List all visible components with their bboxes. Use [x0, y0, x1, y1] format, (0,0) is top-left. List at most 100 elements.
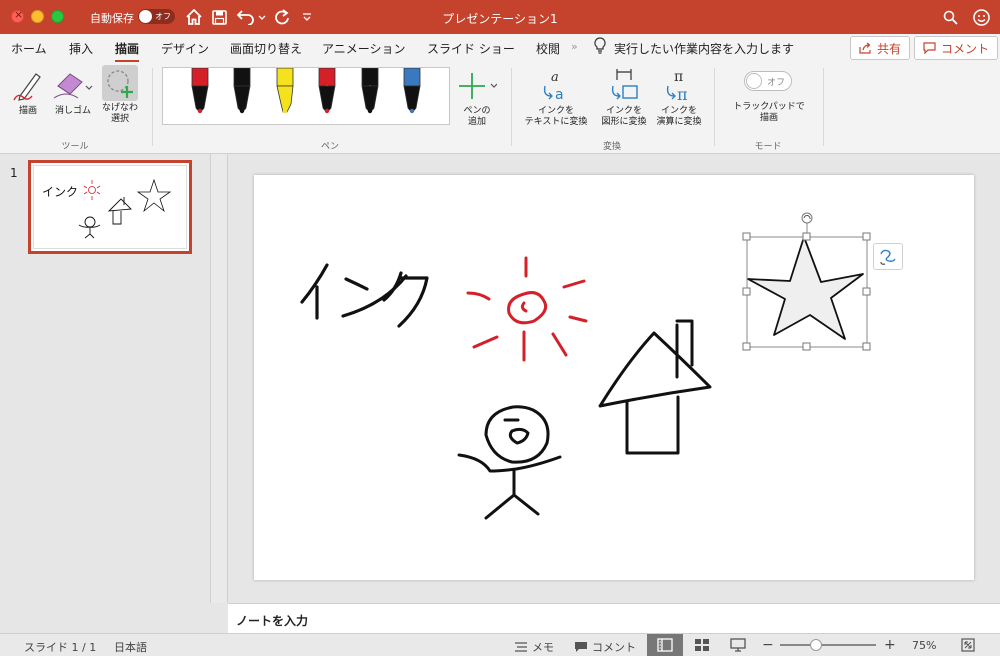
- ink-to-text-label-1: インクを: [537, 106, 574, 116]
- ink-stick-figure[interactable]: [457, 405, 562, 520]
- normal-view-button[interactable]: [647, 634, 683, 656]
- pen-galaxy[interactable]: [397, 67, 427, 124]
- zoom-slider-handle[interactable]: [810, 639, 822, 651]
- tab-slideshow[interactable]: スライド ショー: [427, 40, 515, 57]
- group-label-convert: 変換: [602, 142, 621, 152]
- lasso-label-1: なげなわ: [101, 103, 138, 113]
- pen-black-marker[interactable]: [355, 67, 385, 124]
- title-bar: 自動保存 オフ プレゼンテーション1: [0, 0, 1000, 34]
- ink-to-math-label-2: 演算に変換: [656, 117, 702, 127]
- tab-draw[interactable]: 描画: [115, 40, 140, 63]
- smiley-feedback-icon[interactable]: [971, 7, 991, 27]
- thumbnail-star: [136, 178, 172, 213]
- tab-review[interactable]: 校閲: [536, 40, 560, 57]
- svg-text:a: a: [551, 70, 559, 85]
- slide-thumbnail[interactable]: インク: [28, 160, 192, 254]
- svg-text:π: π: [677, 85, 688, 102]
- fit-to-window-button[interactable]: [950, 634, 986, 656]
- ink-text[interactable]: [300, 263, 429, 328]
- trackpad-label-1: トラックパッドで: [733, 102, 805, 112]
- tab-transitions[interactable]: 画面切り替え: [230, 40, 302, 57]
- more-tabs-icon[interactable]: »: [571, 40, 578, 53]
- group-label-tools: ツール: [61, 142, 89, 152]
- notes-pane[interactable]: ノートを入力: [228, 603, 1000, 633]
- zoom-level[interactable]: 75%: [912, 639, 936, 652]
- comment-icon: [575, 642, 587, 652]
- add-pen-button[interactable]: ペンの 追加: [454, 70, 500, 128]
- comments-label: コメント: [941, 41, 990, 56]
- ink-to-text-button[interactable]: aa インクを テキストに変換: [520, 68, 592, 128]
- comments-button[interactable]: コメント: [914, 36, 999, 60]
- tell-me-search[interactable]: 実行したい作業内容を入力します: [614, 40, 794, 57]
- panel-splitter[interactable]: [210, 154, 228, 603]
- add-pen-label-1: ペンの: [463, 106, 491, 116]
- tab-insert[interactable]: 挿入: [69, 40, 93, 57]
- zoom-in-button[interactable]: +: [884, 637, 896, 653]
- ink-to-text-label-2: テキストに変換: [524, 117, 588, 127]
- tab-animations[interactable]: アニメーション: [322, 40, 406, 57]
- tab-design[interactable]: デザイン: [161, 40, 209, 57]
- ink-to-shape-icon: [611, 69, 638, 100]
- pen-gallery: [162, 67, 450, 125]
- ink-house[interactable]: [598, 319, 712, 455]
- slide-count: スライド 1 / 1: [24, 641, 97, 654]
- search-icon[interactable]: [940, 7, 960, 27]
- zoom-out-button[interactable]: −: [762, 637, 774, 653]
- trackpad-draw-toggle[interactable]: オフ: [744, 71, 792, 91]
- notes-toggle-button[interactable]: メモ: [514, 639, 554, 655]
- convert-ink-icon: [880, 249, 896, 265]
- ink-sun[interactable]: [466, 256, 588, 362]
- star-shape[interactable]: [747, 236, 864, 340]
- comment-icon: [923, 42, 936, 54]
- add-pen-label-2: 追加: [467, 117, 486, 127]
- svg-text:π: π: [674, 69, 683, 85]
- ink-to-shape-button[interactable]: インクを 図形に変換: [597, 68, 651, 128]
- notes-placeholder: ノートを入力: [236, 614, 309, 628]
- lasso-select-button[interactable]: なげなわ 選択: [99, 65, 141, 125]
- plus-icon: [459, 73, 498, 99]
- pen-red-marker[interactable]: [312, 67, 342, 124]
- group-separator: [152, 68, 153, 146]
- slide-sorter-icon: [695, 639, 709, 651]
- presentation-icon: [730, 638, 746, 652]
- reading-view-button[interactable]: [720, 634, 756, 656]
- pencil-icon: [13, 73, 41, 101]
- tab-home[interactable]: ホーム: [11, 40, 47, 57]
- ink-to-shape-label-1: インクを: [605, 106, 642, 116]
- toggle-knob: [746, 73, 762, 89]
- pen-black[interactable]: [227, 67, 257, 124]
- ink-to-shape-label-2: 図形に変換: [601, 117, 647, 127]
- slide-canvas[interactable]: [254, 175, 974, 580]
- eraser-button[interactable]: 消しゴム: [50, 68, 96, 117]
- eraser-label: 消しゴム: [54, 106, 91, 116]
- status-bar: スライド 1 / 1 日本語 メモ コメント − + 75%: [0, 633, 1000, 656]
- share-label: 共有: [877, 41, 902, 56]
- ink-to-math-button[interactable]: ππ インクを 演算に変換: [652, 68, 706, 128]
- share-button[interactable]: 共有: [850, 36, 911, 60]
- group-separator: [511, 68, 512, 146]
- convert-ink-floating-button[interactable]: [873, 243, 903, 270]
- ink-to-math-label-1: インクを: [660, 106, 697, 116]
- svg-text:a: a: [555, 87, 564, 102]
- ink-to-text-icon: aa: [543, 70, 564, 103]
- fit-window-icon: [961, 638, 975, 652]
- thumbnail-sun: [83, 180, 101, 200]
- highlighter-yellow[interactable]: [270, 67, 300, 124]
- slide-thumbnail-panel: 1 インク: [0, 154, 210, 632]
- language-indicator[interactable]: 日本語: [114, 639, 147, 655]
- thumbnail-house: [107, 197, 132, 225]
- thumbnail-stick-figure: [78, 216, 101, 239]
- trackpad-label-2: 描画: [759, 113, 778, 123]
- slide-sorter-view-button[interactable]: [684, 634, 720, 656]
- group-label-mode: モード: [754, 142, 782, 152]
- thumbnail-ink-text: インク: [42, 185, 78, 199]
- thumbnail-number: 1: [10, 166, 18, 180]
- normal-view-icon: [657, 638, 673, 652]
- document-title: プレゼンテーション1: [442, 12, 558, 26]
- zoom-slider[interactable]: [780, 644, 876, 646]
- lightbulb-icon: [594, 37, 606, 58]
- lasso-label-2: 選択: [110, 114, 129, 124]
- pen-red[interactable]: [185, 67, 215, 124]
- draw-tool-button[interactable]: 描画: [10, 68, 46, 117]
- comments-toggle-button[interactable]: コメント: [574, 639, 636, 655]
